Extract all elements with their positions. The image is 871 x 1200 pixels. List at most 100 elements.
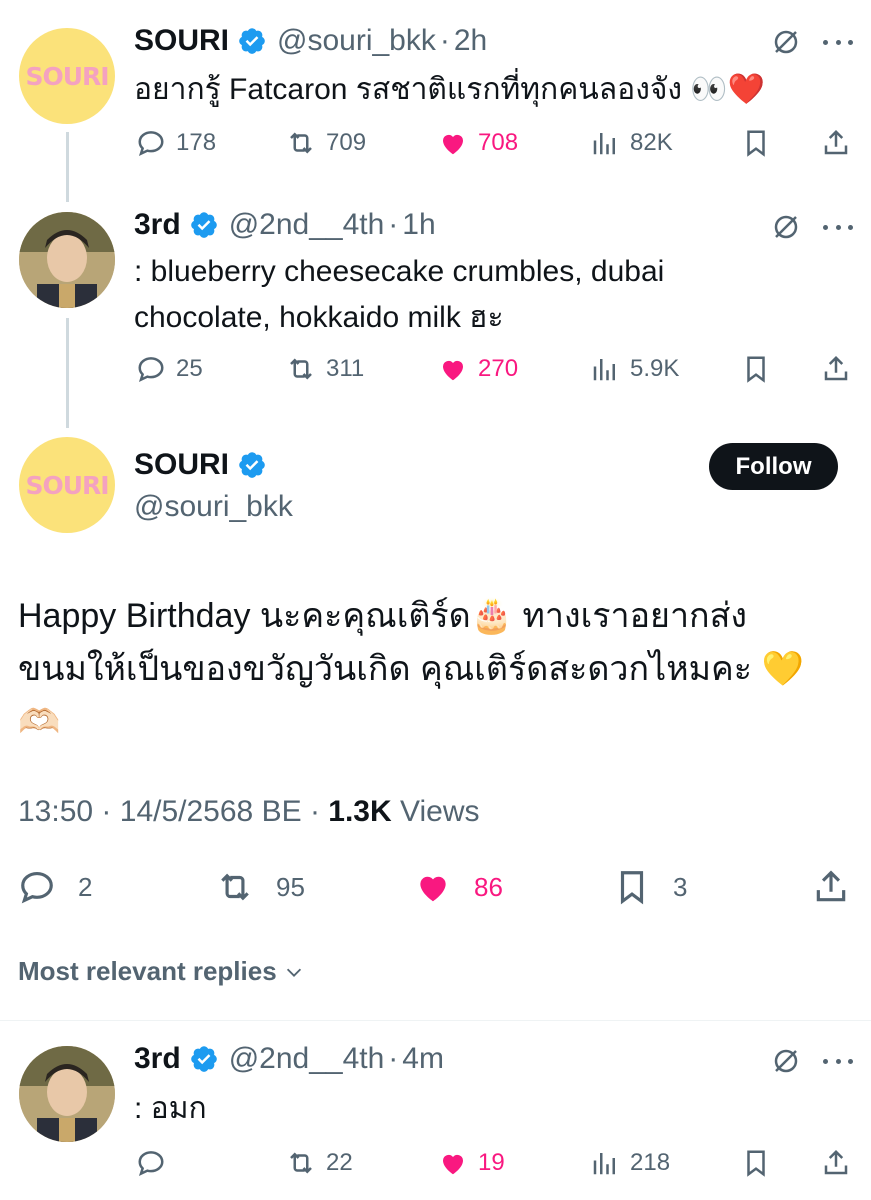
verified-badge-icon (239, 452, 265, 478)
separator: · (309, 795, 320, 828)
repost-count: 22 (326, 1149, 353, 1176)
display-name[interactable]: 3rd (134, 1042, 181, 1076)
repost-icon (290, 132, 312, 154)
main-tweet-handle-row: @souri_bkk (134, 490, 293, 524)
timestamp[interactable]: 4m (402, 1042, 444, 1076)
post-time[interactable]: 13:50 (18, 795, 93, 828)
views-count: 5.9K (630, 355, 680, 382)
tweet-text: : blueberry cheesecake crumbles, dubai c… (134, 249, 834, 341)
verified-badge-icon (239, 28, 265, 54)
avatar-logo-text: SOURI (25, 61, 109, 91)
more-options-icon[interactable] (823, 1056, 853, 1066)
thread-connector (66, 318, 69, 428)
thread-connector (66, 132, 69, 202)
bookmark-icon[interactable] (741, 128, 771, 158)
timestamp[interactable]: 2h (454, 24, 487, 58)
replies-sort-dropdown[interactable]: Most relevant replies (18, 956, 305, 987)
avatar[interactable]: SOURI (19, 28, 115, 124)
divider (0, 1020, 871, 1021)
bookmark-icon (620, 871, 644, 905)
reply-button[interactable]: 178 (136, 128, 216, 158)
repost-button[interactable]: 311 (286, 354, 364, 384)
tweet-text: อยากรู้ Fatcaron รสชาติแรกที่ทุกคนลองจัง… (134, 73, 766, 106)
separator: · (439, 24, 450, 57)
reply-button[interactable]: 25 (136, 354, 203, 384)
grok-icon[interactable] (771, 1046, 801, 1076)
reply-count: 25 (176, 355, 203, 382)
views-icon (593, 359, 615, 381)
main-tweet-name-row: SOURI (134, 448, 277, 482)
tweet-text-line: chocolate, hokkaido milk ฮะ (134, 301, 504, 334)
like-button[interactable]: 86 (414, 868, 503, 906)
user-handle[interactable]: @souri_bkk (134, 490, 293, 524)
avatar[interactable]: SOURI (19, 437, 115, 533)
tweet-text-line: 🫶🏻 (18, 703, 61, 741)
tweet-text: : อมก (134, 1092, 207, 1125)
grok-icon[interactable] (771, 27, 801, 57)
heart-filled-icon (443, 1154, 463, 1175)
share-icon[interactable] (821, 354, 851, 384)
chevron-down-icon (286, 968, 301, 977)
avatar[interactable] (19, 1046, 115, 1142)
repost-button[interactable]: 95 (216, 868, 305, 906)
follow-button[interactable]: Follow (709, 443, 838, 490)
bookmark-icon[interactable] (741, 354, 771, 384)
repost-button[interactable]: 22 (286, 1148, 353, 1178)
tweet-header: 3rd @2nd__4th · 1h (134, 208, 436, 242)
views-button[interactable]: 5.9K (590, 354, 679, 384)
reply-icon (138, 1151, 164, 1176)
heart-filled-icon (443, 360, 463, 381)
replies-sort-label: Most relevant replies (18, 956, 277, 986)
more-options-icon[interactable] (823, 222, 853, 232)
share-icon[interactable] (821, 128, 851, 158)
views-count: 218 (630, 1149, 671, 1176)
display-name[interactable]: 3rd (134, 208, 181, 242)
display-name[interactable]: SOURI (134, 448, 229, 482)
main-tweet-text: Happy Birthday นะคะคุณเติร์ด🎂 ทางเราอยาก… (18, 590, 858, 749)
reply-count: 2 (78, 871, 93, 902)
repost-count: 709 (326, 129, 367, 156)
grok-icon[interactable] (771, 212, 801, 242)
timestamp[interactable]: 1h (402, 208, 435, 242)
views-icon (593, 133, 615, 155)
bookmark-icon[interactable] (741, 1148, 771, 1178)
tweet-text-line: : blueberry cheesecake crumbles, dubai (134, 255, 665, 288)
bookmark-button[interactable]: 3 (613, 868, 687, 906)
display-name[interactable]: SOURI (134, 24, 229, 58)
like-count: 86 (474, 871, 503, 902)
reply-count: 178 (176, 129, 217, 156)
separator: · (388, 1042, 399, 1075)
share-icon[interactable] (812, 868, 850, 906)
like-count: 19 (478, 1149, 505, 1176)
reply-button[interactable]: 2 (18, 868, 92, 906)
more-options-icon[interactable] (823, 37, 853, 47)
like-button[interactable]: 708 (438, 128, 518, 158)
repost-icon (290, 358, 312, 380)
tweet-meta: 13:50 · 14/5/2568 BE · 1.3K Views (18, 795, 479, 829)
separator: · (101, 795, 112, 828)
avatar[interactable] (19, 212, 115, 308)
heart-filled-icon (443, 134, 463, 155)
share-icon[interactable] (821, 1148, 851, 1178)
like-button[interactable]: 270 (438, 354, 518, 384)
post-date[interactable]: 14/5/2568 BE (120, 795, 302, 828)
separator: · (388, 208, 399, 241)
views-button[interactable]: 218 (590, 1148, 670, 1178)
views-label: Views (400, 795, 480, 828)
reply-button[interactable] (136, 1148, 176, 1178)
reply-icon (138, 131, 164, 156)
like-count: 708 (478, 129, 519, 156)
repost-count: 311 (326, 355, 365, 382)
like-button[interactable]: 19 (438, 1148, 505, 1178)
user-handle[interactable]: @souri_bkk (277, 24, 436, 58)
repost-icon (221, 873, 249, 901)
user-handle[interactable]: @2nd__4th (229, 208, 385, 242)
reply-icon (21, 871, 53, 904)
views-count: 82K (630, 129, 673, 156)
repost-button[interactable]: 709 (286, 128, 366, 158)
user-handle[interactable]: @2nd__4th (229, 1042, 385, 1076)
profile-photo (19, 1046, 115, 1142)
views-button[interactable]: 82K (590, 128, 673, 158)
verified-badge-icon (190, 212, 217, 238)
tweet-text-line: ขนมให้เป็นของขวัญวันเกิด คุณเติร์ดสะดวกไ… (18, 650, 804, 688)
